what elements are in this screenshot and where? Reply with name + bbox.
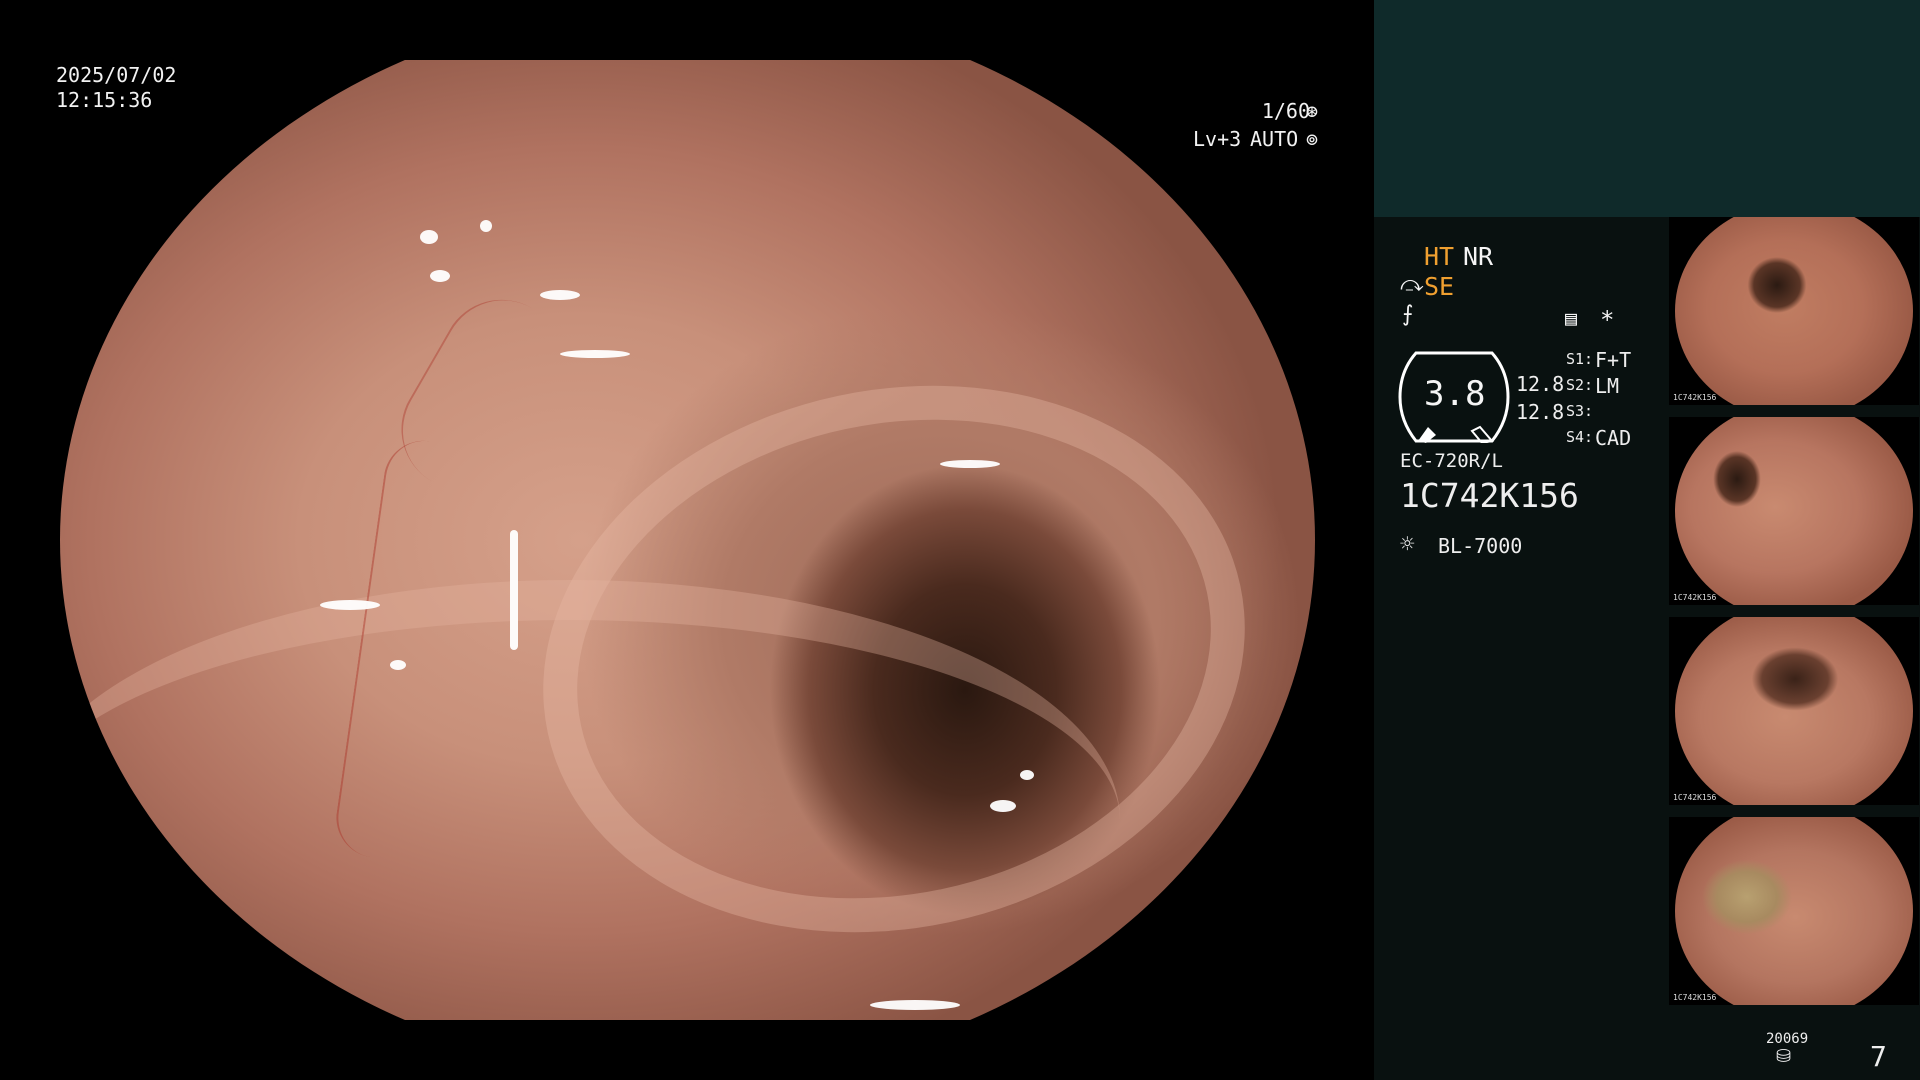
star-indicator: * (1600, 306, 1615, 334)
gauge-value: 3.8 (1424, 374, 1486, 414)
iris-icon: ⊚ (1306, 127, 1319, 151)
thumbnail-caption: 1C742K156 (1673, 993, 1717, 1002)
thumbnail-image (1675, 617, 1913, 805)
image-counter: 20069 (1766, 1031, 1809, 1047)
se-indicator: SE (1424, 272, 1455, 301)
thumbnail-image (1675, 817, 1913, 1005)
info-panel-header (1374, 0, 1920, 217)
light-source: BL-7000 (1438, 534, 1523, 558)
gauge-right-top: 12.8 (1516, 372, 1565, 396)
thumbnail-capture[interactable]: 1C742K156 (1669, 817, 1919, 1005)
datetime: 2025/07/02 12:15:36 (56, 63, 176, 113)
switch-label: S4: (1566, 428, 1594, 446)
brightness-level: Lv+3 (1193, 127, 1242, 151)
thumbnail-caption: 1C742K156 (1673, 393, 1717, 402)
switch-value: LM (1595, 374, 1620, 398)
thumbnail-caption: 1C742K156 (1673, 793, 1717, 802)
endoscope-live-view (60, 60, 1315, 1020)
scope-model: EC-720R/L (1400, 450, 1503, 472)
thumbnail-image (1675, 417, 1913, 605)
lamp-icon: ☼ (1400, 530, 1415, 558)
menu-list-icon: ▤ (1565, 306, 1578, 330)
nr-indicator: NR (1463, 242, 1494, 271)
page-number: 7 (1870, 1040, 1887, 1073)
thumbnail-capture[interactable]: 1C742K156 (1669, 217, 1919, 405)
iris-mode: AUTO (1250, 127, 1299, 151)
aperture-icon: ⊛ (1306, 99, 1319, 123)
storage-icon: ⛁ (1776, 1046, 1792, 1067)
contrast-icon: ⨍ (1402, 302, 1414, 327)
thumbnail-caption: 1C742K156 (1673, 593, 1717, 602)
switch-value: F+T (1595, 348, 1632, 372)
time-text: 12:15:36 (56, 88, 153, 112)
switch-label: S1: (1566, 350, 1594, 368)
date-text: 2025/07/02 (56, 63, 177, 87)
shutter-speed: 1/60 (1261, 99, 1310, 123)
structure-icon: ⤼ (1400, 272, 1424, 297)
switch-value: CAD (1595, 426, 1632, 450)
switch-label: S2: (1566, 376, 1594, 394)
switch-label: S3: (1566, 402, 1594, 420)
gauge-right-bottom: 12.8 (1516, 400, 1565, 424)
thumbnail-capture[interactable]: 1C742K156 (1669, 417, 1919, 605)
thumbnail-image (1675, 217, 1913, 405)
thumbnail-capture[interactable]: 1C742K156 (1669, 617, 1919, 805)
ht-indicator: HT (1424, 242, 1455, 271)
scope-serial: 1C742K156 (1400, 476, 1579, 515)
